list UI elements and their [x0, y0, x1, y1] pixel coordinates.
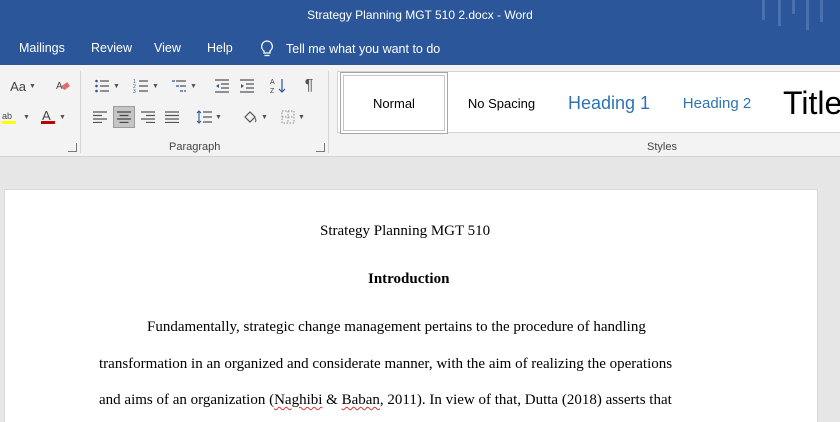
paragraph-group-label: Paragraph	[169, 141, 221, 153]
numbering-button[interactable]: 1 2 3 ▼	[128, 75, 164, 97]
chevron-down-icon: ▼	[152, 82, 159, 90]
spelling-flagged-word[interactable]: Baban	[342, 392, 380, 408]
align-right-button[interactable]	[137, 106, 159, 128]
bullets-button[interactable]: ▼	[89, 75, 125, 97]
chevron-down-icon: ▼	[261, 113, 268, 121]
align-left-icon	[93, 111, 107, 123]
paint-bucket-icon	[242, 109, 258, 125]
highlight-color-button[interactable]: ab ▼	[0, 106, 32, 128]
chevron-down-icon: ▼	[113, 82, 120, 90]
highlighter-icon: ab	[2, 108, 20, 126]
styles-gallery: Normal No Spacing Heading 1 Heading 2 Ti…	[337, 71, 840, 134]
align-right-icon	[141, 111, 155, 123]
decrease-indent-button[interactable]	[210, 75, 234, 97]
align-center-icon	[117, 111, 131, 123]
lightbulb-icon	[258, 39, 276, 59]
svg-text:Z: Z	[270, 88, 275, 95]
document-heading: Introduction	[368, 271, 450, 287]
svg-text:ab: ab	[2, 111, 12, 121]
chevron-down-icon: ▼	[23, 113, 30, 121]
multilevel-list-button[interactable]: ▼	[166, 75, 202, 97]
eraser-icon: A	[55, 78, 71, 94]
svg-text:3: 3	[133, 89, 136, 94]
line-spacing-button[interactable]: ▼	[192, 106, 226, 128]
tab-view[interactable]: View	[154, 41, 181, 55]
style-normal[interactable]: Normal	[340, 72, 448, 134]
ribbon-tabs: Mailings Review View Help Tell me what y…	[0, 32, 840, 65]
style-title[interactable]: Title	[783, 72, 840, 134]
borders-button[interactable]: ▼	[276, 106, 310, 128]
style-no-spacing[interactable]: No Spacing	[450, 72, 553, 134]
paragraph-dialog-launcher[interactable]	[316, 143, 325, 152]
text-run: , 2011). In view of that, Dutta (2018) a…	[379, 392, 672, 408]
pilcrow-icon: ¶	[304, 77, 314, 94]
chevron-down-icon: ▼	[28, 82, 36, 90]
tab-mailings[interactable]: Mailings	[19, 41, 65, 55]
text-run: and aims of an organization (	[99, 392, 275, 408]
chevron-down-icon: ▼	[59, 113, 66, 121]
group-separator	[328, 71, 329, 153]
sort-icon: AZ	[270, 77, 286, 95]
shading-button[interactable]: ▼	[238, 106, 272, 128]
align-left-button[interactable]	[89, 106, 111, 128]
svg-text:A: A	[270, 79, 275, 86]
font-color-icon: A	[40, 108, 56, 126]
sort-button[interactable]: AZ	[266, 75, 290, 97]
increase-indent-icon	[239, 78, 255, 94]
paragraph-line: and aims of an organization (Naghibi & B…	[99, 392, 672, 409]
show-formatting-button[interactable]: ¶	[298, 75, 320, 97]
style-heading-2[interactable]: Heading 2	[665, 72, 769, 134]
font-dialog-launcher[interactable]	[68, 143, 77, 152]
justify-icon	[165, 111, 179, 123]
tell-me-label: Tell me what you want to do	[286, 42, 441, 56]
numbering-icon: 123	[133, 78, 149, 94]
bullets-icon	[94, 78, 110, 94]
text-run: &	[322, 392, 342, 408]
document-title-line: Strategy Planning MGT 510	[320, 223, 491, 239]
change-case-button[interactable]: Aa ▼	[6, 75, 40, 97]
styles-group-label: Styles	[647, 141, 677, 153]
borders-icon	[281, 110, 295, 124]
document-area: Strategy Planning MGT 510 Introduction F…	[0, 157, 840, 422]
line-spacing-icon	[196, 109, 213, 125]
chevron-down-icon: ▼	[298, 113, 305, 121]
paragraph-line: Fundamentally, strategic change manageme…	[147, 319, 646, 335]
chevron-down-icon: ▼	[215, 113, 222, 121]
font-color-button[interactable]: A ▼	[36, 106, 70, 128]
tell-me-search[interactable]: Tell me what you want to do	[258, 39, 440, 59]
clear-formatting-button[interactable]: A	[52, 75, 74, 97]
window-title: Strategy Planning MGT 510 2.docx - Word	[307, 8, 533, 22]
change-case-label: Aa	[10, 78, 26, 94]
spelling-flagged-word[interactable]: Naghibi	[274, 392, 322, 408]
title-bar: Strategy Planning MGT 510 2.docx - Word	[0, 0, 840, 32]
group-separator	[80, 71, 81, 153]
tab-review[interactable]: Review	[91, 41, 132, 55]
increase-indent-button[interactable]	[235, 75, 259, 97]
paragraph-line: transformation in an organized and consi…	[99, 356, 673, 372]
style-heading-1[interactable]: Heading 1	[555, 72, 663, 134]
multilevel-list-icon	[171, 78, 187, 94]
decrease-indent-icon	[214, 78, 230, 94]
justify-button[interactable]	[161, 106, 183, 128]
svg-text:A: A	[42, 108, 51, 123]
ribbon: Aa ▼ A ab ▼ A ▼ ▼ 1 2 3 ▼ ▼ AZ ¶ ▼ ▼ ▼ P…	[0, 65, 840, 157]
align-center-button[interactable]	[113, 106, 135, 128]
document-page[interactable]: Strategy Planning MGT 510 Introduction F…	[4, 189, 818, 422]
tab-help[interactable]: Help	[207, 41, 233, 55]
chevron-down-icon: ▼	[190, 82, 197, 90]
